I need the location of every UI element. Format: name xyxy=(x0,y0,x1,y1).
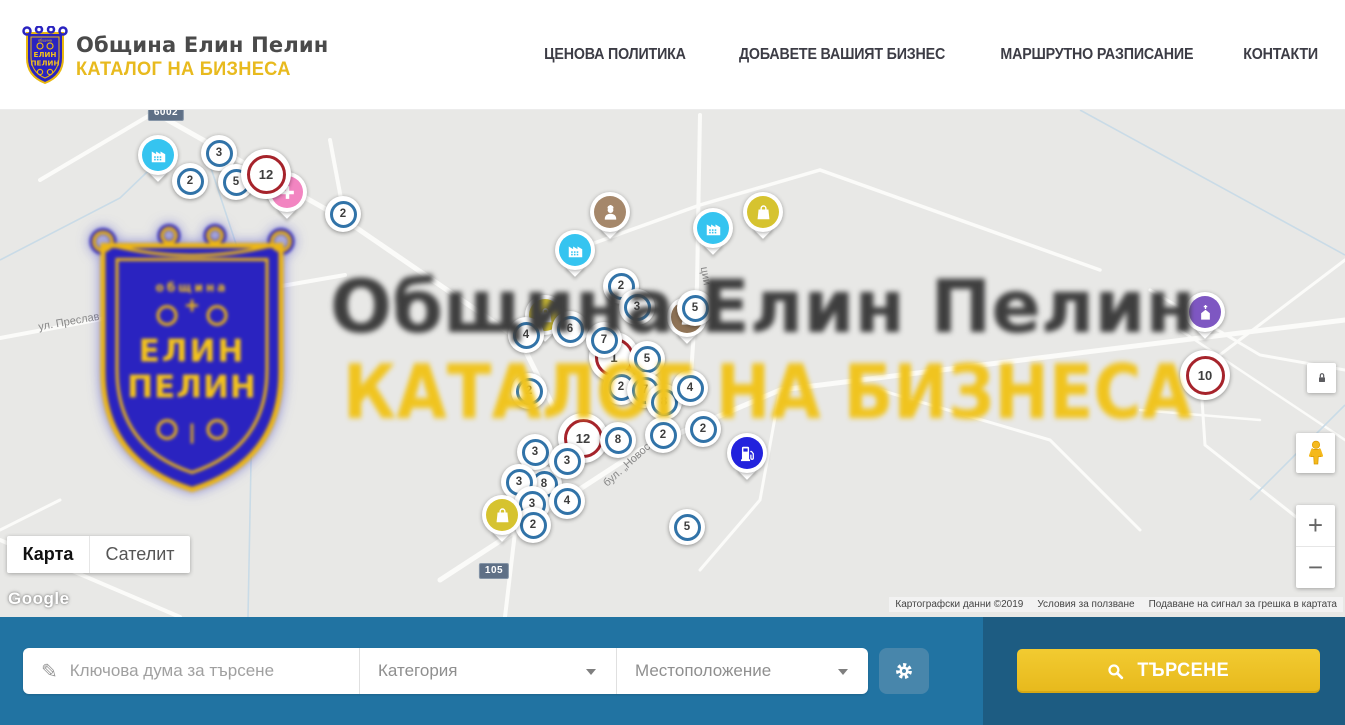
map-attribution: Картографски данни ©2019 Условия за полз… xyxy=(889,597,1343,612)
factory-pin[interactable] xyxy=(138,135,178,189)
street-view-pegman[interactable] xyxy=(1296,433,1335,473)
cluster-marker[interactable]: 4 xyxy=(672,370,708,406)
municipality-crest-logo: община ЕЛИН ПЕЛИН xyxy=(22,26,68,88)
markers-layer: 8132512223564752278412822333342510 xyxy=(0,110,1345,617)
map-type-satellite-button[interactable]: Сателит xyxy=(90,536,190,573)
cluster-marker[interactable]: 2 xyxy=(645,417,681,453)
advanced-settings-button[interactable] xyxy=(879,648,929,694)
shop-pin[interactable] xyxy=(482,495,522,549)
attribution-map-data: Картографски данни ©2019 xyxy=(895,599,1023,610)
map-type-map-button[interactable]: Карта xyxy=(7,536,90,573)
fuel-station-pin[interactable] xyxy=(727,433,767,487)
fullscreen-lock-button[interactable] xyxy=(1307,363,1336,393)
services-pin[interactable] xyxy=(590,192,630,246)
chevron-down-icon xyxy=(586,669,596,675)
pegman-icon xyxy=(1305,440,1327,466)
search-fields-group: ✎ Категория Местоположение xyxy=(23,648,868,694)
search-button[interactable]: ТЪРСЕНЕ xyxy=(1017,649,1320,693)
logo-top-text: община xyxy=(38,39,52,43)
lock-icon xyxy=(1314,370,1330,386)
church-pin[interactable] xyxy=(1185,292,1225,346)
brand-title: Община Елин Пелин xyxy=(76,33,329,57)
attribution-report-error-link[interactable]: Подаване на сигнал за грешка в картата xyxy=(1149,599,1337,610)
header: община ЕЛИН ПЕЛИН Община Елин Пелин КАТА… xyxy=(0,0,1345,110)
cluster-marker[interactable]: 5 xyxy=(669,509,705,545)
cluster-marker[interactable]: 2 xyxy=(325,196,361,232)
cluster-marker[interactable]: 7 xyxy=(586,322,622,358)
location-dropdown[interactable]: Местоположение xyxy=(617,648,868,694)
brand-text: Община Елин Пелин КАТАЛОГ НА БИЗНЕСА xyxy=(76,33,329,81)
attribution-terms-link[interactable]: Условия за ползване xyxy=(1037,599,1134,610)
location-label: Местоположение xyxy=(635,661,771,681)
search-bar: ✎ Категория Местоположение xyxy=(0,617,1345,725)
zoom-out-button[interactable]: − xyxy=(1296,547,1335,588)
brand-subtitle: КАТАЛОГ НА БИЗНЕСА xyxy=(76,59,318,81)
factory-pin[interactable] xyxy=(555,230,595,284)
cluster-marker[interactable]: 3 xyxy=(549,443,585,479)
cluster-marker[interactable]: 4 xyxy=(549,483,585,519)
zoom-in-button[interactable]: + xyxy=(1296,505,1335,547)
nav-contacts[interactable]: КОНТАКТИ xyxy=(1243,46,1318,64)
keyword-input[interactable] xyxy=(70,661,330,681)
nav-route-schedule[interactable]: МАРШРУТНО РАЗПИСАНИЕ xyxy=(1000,46,1193,64)
cluster-marker[interactable]: 4 xyxy=(508,317,544,353)
factory-pin[interactable] xyxy=(693,208,733,262)
cluster-marker[interactable]: 12 xyxy=(241,149,291,199)
category-label: Категория xyxy=(378,661,457,681)
nav-pricing-policy[interactable]: ЦЕНОВА ПОЛИТИКА xyxy=(544,46,686,64)
cluster-marker[interactable]: 8 xyxy=(600,422,636,458)
search-icon xyxy=(1106,662,1125,681)
pencil-icon: ✎ xyxy=(41,659,58,684)
cluster-marker[interactable]: 10 xyxy=(1180,350,1230,400)
cluster-marker[interactable]: 6 xyxy=(552,311,588,347)
nav-add-your-business[interactable]: ДОБАВЕТЕ ВАШИЯТ БИЗНЕС xyxy=(739,46,945,64)
main-nav: ЦЕНОВА ПОЛИТИКА ДОБАВЕТЕ ВАШИЯТ БИЗНЕС М… xyxy=(538,0,1321,110)
google-logo[interactable]: Google xyxy=(8,589,70,609)
cluster-marker[interactable]: 2 xyxy=(511,373,547,409)
page: община ЕЛИН ПЕЛИН Община Елин Пелин КАТА… xyxy=(0,0,1345,725)
shop-pin[interactable] xyxy=(743,192,783,246)
gear-icon xyxy=(892,659,916,683)
cluster-marker[interactable]: 2 xyxy=(685,411,721,447)
category-dropdown[interactable]: Категория xyxy=(360,648,617,694)
logo-line2: ПЕЛИН xyxy=(31,59,60,68)
keyword-field[interactable]: ✎ xyxy=(23,648,360,694)
zoom-control: + − xyxy=(1296,505,1335,588)
cluster-marker[interactable]: 5 xyxy=(677,290,713,326)
search-button-label: ТЪРСЕНЕ xyxy=(1137,660,1229,682)
chevron-down-icon xyxy=(838,669,848,675)
map-canvas[interactable]: 8132512223564752278412822333342510 общин… xyxy=(0,110,1345,617)
brand[interactable]: община ЕЛИН ПЕЛИН Община Елин Пелин КАТА… xyxy=(22,26,329,88)
map-type-control: Карта Сателит xyxy=(7,536,190,573)
cluster-marker[interactable]: 3 xyxy=(619,289,655,325)
